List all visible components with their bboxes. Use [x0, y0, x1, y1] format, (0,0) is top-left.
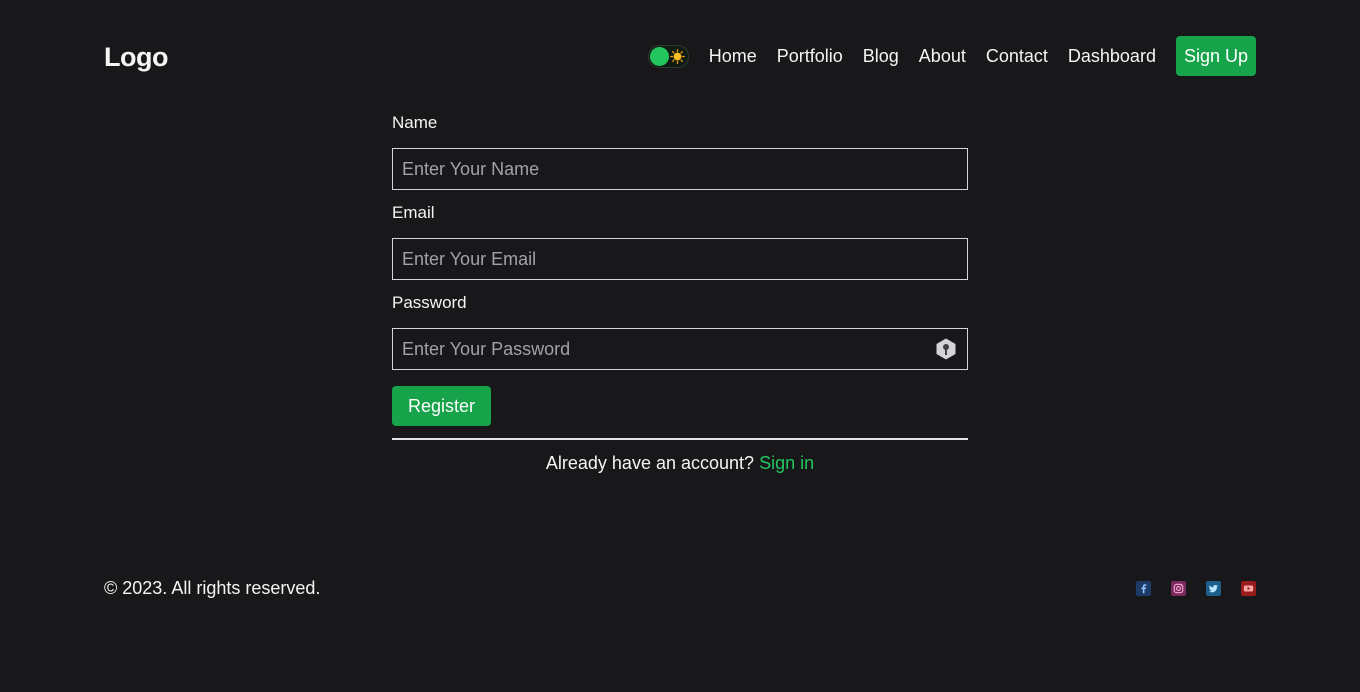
theme-toggle[interactable] — [647, 44, 689, 68]
sun-icon — [669, 48, 685, 64]
signin-prompt: Already have an account? — [545, 453, 755, 473]
nav-portfolio[interactable]: Portfolio — [777, 46, 843, 67]
nav-blog[interactable]: Blog — [863, 46, 899, 67]
nav-dashboard[interactable]: Dashboard — [1068, 46, 1156, 67]
footer: © 2023. All rights reserved. — [104, 576, 1256, 600]
name-input[interactable] — [392, 148, 968, 190]
nav-menu: Home Portfolio Blog About Contact Dashbo… — [647, 36, 1256, 76]
name-label: Name — [392, 113, 438, 132]
youtube-icon[interactable] — [1241, 580, 1256, 596]
copyright: © 2023. All rights reserved. — [104, 577, 321, 598]
facebook-icon[interactable] — [1136, 580, 1151, 596]
email-field-wrap — [392, 238, 968, 280]
logo[interactable]: Logo — [104, 42, 168, 73]
name-field-wrap — [392, 148, 968, 190]
password-field-wrap — [392, 328, 968, 370]
toggle-knob — [649, 46, 669, 66]
register-button[interactable]: Register — [392, 386, 492, 426]
email-label: Email — [392, 203, 435, 222]
twitter-icon[interactable] — [1206, 580, 1221, 596]
instagram-icon[interactable] — [1171, 580, 1186, 596]
nav-contact[interactable]: Contact — [986, 46, 1048, 67]
divider — [392, 438, 968, 440]
nav-home[interactable]: Home — [709, 46, 757, 67]
social-links — [1116, 580, 1256, 596]
navbar: Logo Home Portfolio Blog About Contact D… — [104, 36, 1256, 76]
key-icon[interactable] — [934, 337, 958, 361]
nav-about[interactable]: About — [919, 46, 966, 67]
email-input[interactable] — [392, 238, 968, 280]
password-input[interactable] — [392, 328, 968, 370]
password-label: Password — [392, 293, 467, 312]
signup-button[interactable]: Sign Up — [1175, 36, 1256, 76]
signin-prompt-line: Already have an account? Sign in — [392, 453, 968, 474]
signin-link[interactable]: Sign in — [759, 453, 814, 473]
register-form: Name Email Password Register Already hav… — [392, 110, 968, 474]
